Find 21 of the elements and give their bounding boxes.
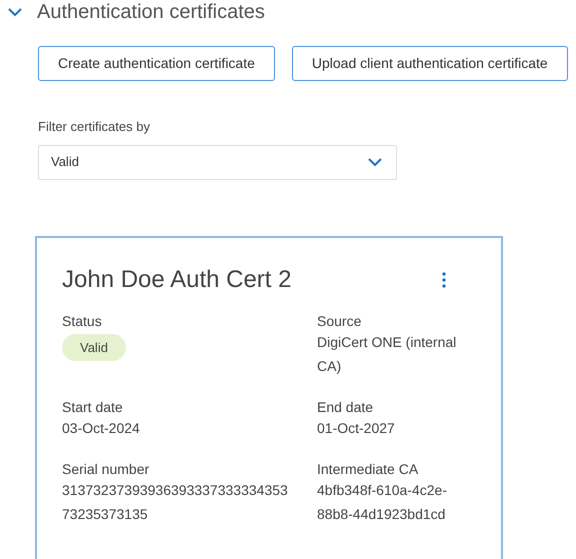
field-label: Start date [62,398,124,416]
upload-certificate-button[interactable]: Upload client authentication certificate [292,46,568,81]
field-value: 03-Oct-2024 [62,418,141,438]
field-value: 3137323739393639333733333435373235373135 [62,480,289,524]
field-value: 4bfb348f-610a-4c2e-88b8-44d1923bd1cd [317,480,448,524]
filter-label: Filter certificates by [38,118,151,136]
field-label: Serial number [62,460,150,478]
field-label: Intermediate CA [317,460,420,478]
chevron-down-icon[interactable] [8,7,22,17]
field-label: Status [62,312,103,330]
certificate-title: John Doe Auth Cert 2 [62,264,292,294]
status-badge: Valid [62,334,126,361]
more-options-icon[interactable] [441,272,447,288]
filter-dropdown[interactable]: Valid [38,144,397,180]
field-value: 01-Oct-2027 [317,418,396,438]
field-value: DigiCert ONE (internal CA) [317,332,458,376]
create-certificate-button[interactable]: Create authentication certificate [38,46,275,81]
chevron-down-icon [368,158,382,166]
section-title: Authentication certificates [37,0,265,24]
field-label: End date [317,398,374,416]
field-label: Source [317,312,362,330]
